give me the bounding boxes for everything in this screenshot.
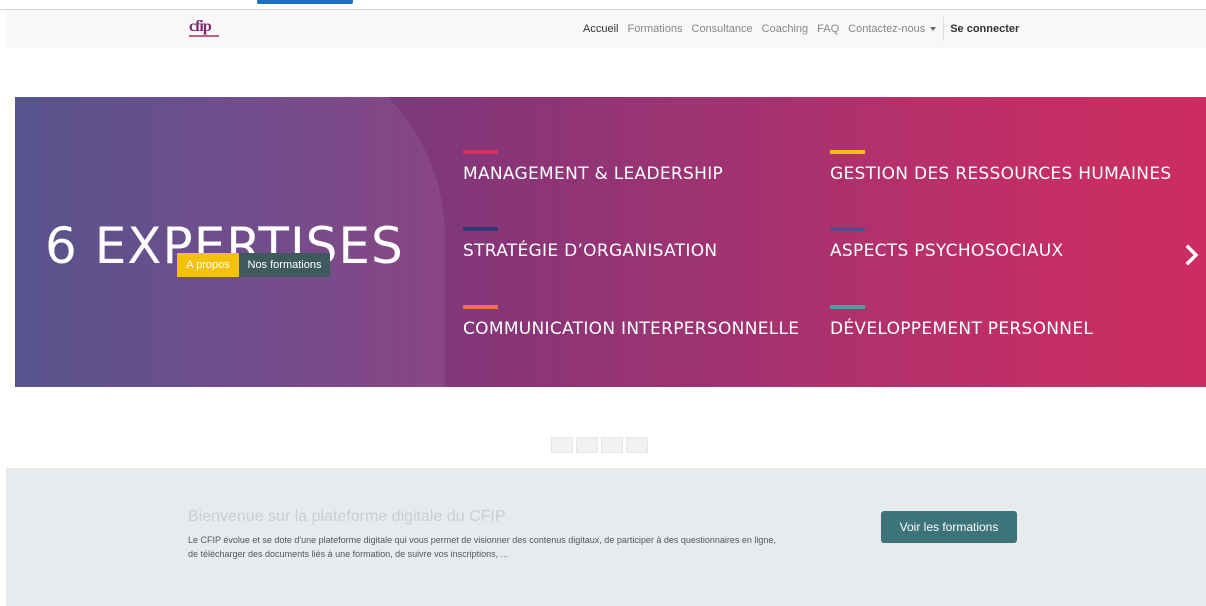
expertise-color-bar	[463, 227, 498, 231]
carousel-next-icon[interactable]	[1185, 243, 1199, 267]
expertise-item: MANAGEMENT & LEADERSHIP	[463, 150, 723, 184]
logo-underline	[189, 35, 219, 37]
welcome-text: Le CFIP évolue et se dote d'une platefor…	[188, 535, 776, 559]
cfip-logo[interactable]: cfip	[187, 17, 221, 41]
expertise-color-bar	[463, 150, 498, 154]
carousel-indicator[interactable]	[551, 437, 573, 453]
logo-text: cfip	[189, 18, 212, 35]
expertise-item: GESTION DES RESSOURCES HUMAINES	[830, 150, 1171, 184]
nav-faq[interactable]: FAQ	[817, 23, 839, 35]
expertise-color-bar	[463, 305, 498, 309]
carousel-indicator[interactable]	[601, 437, 623, 453]
expertise-label: STRATÉGIE D’ORGANISATION	[463, 241, 718, 261]
focus-indicator	[257, 0, 353, 4]
welcome-title: Bienvenue sur la plateforme digitale du …	[188, 508, 506, 525]
expertise-label: COMMUNICATION INTERPERSONNELLE	[463, 319, 800, 339]
nav-contact-dropdown[interactable]: Contactez-nous	[848, 23, 937, 35]
nav-consultance[interactable]: Consultance	[692, 23, 753, 35]
nav-coaching[interactable]: Coaching	[762, 23, 808, 35]
expertise-color-bar	[830, 305, 865, 309]
voir-formations-button[interactable]: Voir les formations	[881, 511, 1017, 543]
nav-formations[interactable]: Formations	[627, 23, 682, 35]
expertise-label: DÉVELOPPEMENT PERSONNEL	[830, 319, 1094, 339]
carousel-indicator[interactable]	[626, 437, 648, 453]
expertise-label: ASPECTS PSYCHOSOCIAUX	[830, 241, 1064, 261]
login-link[interactable]: Se connecter	[950, 23, 1019, 35]
expertise-item: STRATÉGIE D’ORGANISATION	[463, 227, 717, 261]
nos-formations-button[interactable]: Nos formations	[239, 253, 330, 277]
navbar: cfip Accueil Formations Consultance Coac…	[6, 10, 1206, 48]
expertise-item: ASPECTS PSYCHOSOCIAUX	[830, 227, 1063, 261]
expertise-item: DÉVELOPPEMENT PERSONNEL	[830, 305, 1093, 339]
carousel-indicators	[551, 437, 651, 453]
expertise-color-bar	[830, 227, 865, 231]
nav-contact-label: Contactez-nous	[848, 23, 926, 35]
apropos-button[interactable]: A propos	[177, 253, 239, 277]
expertise-color-bar	[830, 150, 865, 154]
carousel-prev-icon[interactable]: ‹	[2, 248, 10, 276]
expertise-label: MANAGEMENT & LEADERSHIP	[463, 164, 724, 184]
nav-accueil[interactable]: Accueil	[583, 23, 618, 35]
carousel-indicator[interactable]	[576, 437, 598, 453]
nav-separator	[943, 17, 945, 41]
welcome-section: Bienvenue sur la plateforme digitale du …	[6, 468, 1206, 606]
main-nav: Accueil Formations Consultance Coaching …	[583, 10, 1028, 48]
caret-down-icon	[930, 27, 937, 32]
browser-top-strip	[0, 0, 1206, 10]
expertise-item: COMMUNICATION INTERPERSONNELLE	[463, 305, 799, 339]
expertise-label: GESTION DES RESSOURCES HUMAINES	[830, 164, 1172, 184]
hero-carousel: 6 EXPERTISES A propos Nos formations MAN…	[15, 97, 1206, 387]
